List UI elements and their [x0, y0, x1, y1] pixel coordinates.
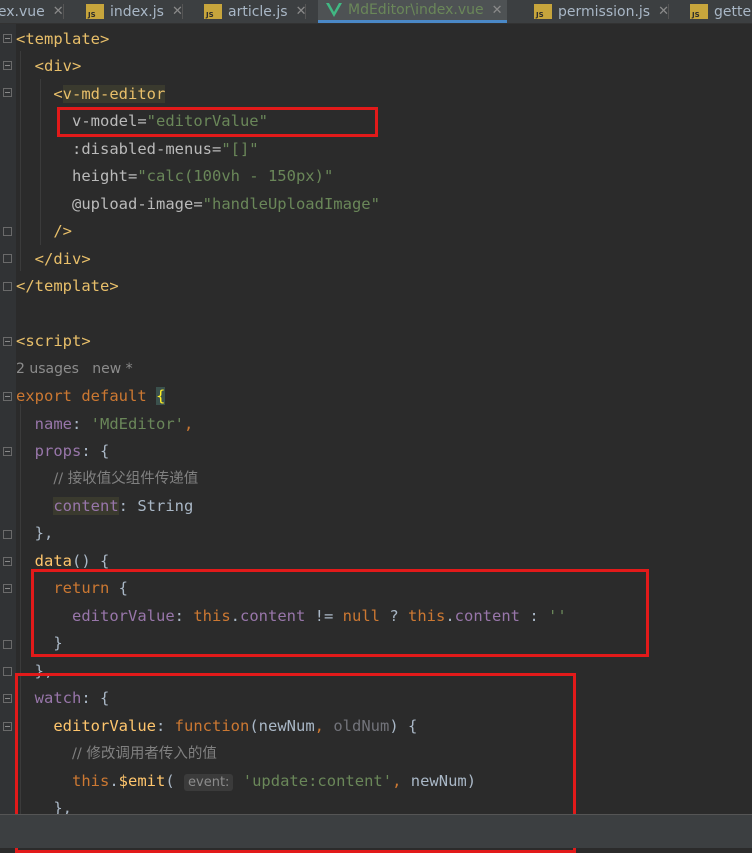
- tab-article-js[interactable]: article.js ✕: [204, 0, 307, 23]
- code-line: </template>: [16, 277, 119, 295]
- fold-toggle-icon[interactable]: [3, 227, 12, 236]
- tab-lex-vue[interactable]: lex.vue ✕: [0, 0, 64, 23]
- usages-hint[interactable]: 2 usages: [16, 361, 79, 377]
- tab-label: gette: [714, 3, 752, 20]
- code-line: export default {: [16, 387, 166, 405]
- fold-toggle-icon[interactable]: [3, 282, 12, 291]
- tab-divider: [181, 4, 183, 19]
- tab-label: index.js: [110, 3, 164, 20]
- tab-permission-js[interactable]: permission.js ✕: [534, 0, 669, 23]
- close-icon[interactable]: ✕: [492, 3, 503, 18]
- tab-getters-js[interactable]: gette: [690, 0, 751, 23]
- code-line: },: [34, 524, 54, 542]
- tab-divider: [62, 4, 64, 19]
- bottom-panel: [0, 814, 752, 848]
- js-file-icon: [690, 4, 708, 19]
- fold-toggle-icon[interactable]: [3, 61, 12, 70]
- code-line: props: {: [34, 442, 110, 460]
- code-line: <div>: [34, 57, 82, 75]
- js-file-icon: [204, 4, 222, 19]
- code-line: />: [53, 222, 72, 240]
- js-file-icon: [86, 4, 104, 19]
- code-line: <v-md-editor: [53, 85, 166, 103]
- fold-toggle-icon[interactable]: [3, 34, 12, 43]
- tab-label: article.js: [228, 3, 288, 20]
- code-line: :disabled-menus="[]": [72, 140, 259, 158]
- tab-divider: [305, 4, 307, 19]
- fold-gutter: [0, 24, 16, 814]
- code-line: @upload-image="handleUploadImage": [72, 195, 380, 213]
- fold-toggle-icon[interactable]: [3, 722, 12, 731]
- fold-toggle-icon[interactable]: [3, 667, 12, 676]
- code-line: content: String: [53, 497, 194, 515]
- fold-toggle-icon[interactable]: [3, 337, 12, 346]
- tab-index-js[interactable]: index.js ✕: [86, 0, 183, 23]
- author-hint[interactable]: new *: [92, 361, 132, 377]
- tab-label: permission.js: [558, 3, 651, 20]
- code-line: <template>: [16, 30, 110, 48]
- fold-toggle-icon[interactable]: [3, 694, 12, 703]
- fold-toggle-icon[interactable]: [3, 254, 12, 263]
- code-line: name: 'MdEditor',: [34, 415, 194, 433]
- code-line: height="calc(100vh - 150px)": [72, 167, 334, 185]
- annotation-box-return: [31, 569, 649, 657]
- fold-toggle-icon[interactable]: [3, 530, 12, 539]
- tab-mdeditor-index-vue[interactable]: MdEditor\index.vue ✕: [318, 0, 507, 23]
- vue-file-icon: [326, 2, 342, 18]
- fold-toggle-icon[interactable]: [3, 584, 12, 593]
- fold-toggle-icon[interactable]: [3, 392, 12, 401]
- tab-label: lex.vue: [0, 3, 45, 20]
- tab-divider: [668, 4, 669, 19]
- fold-toggle-icon[interactable]: [3, 447, 12, 456]
- fold-toggle-icon[interactable]: [3, 88, 12, 97]
- tab-label: MdEditor\index.vue: [348, 2, 484, 18]
- code-line: <script>: [16, 332, 91, 350]
- code-hint-line: 2 usages new *: [16, 355, 133, 382]
- js-file-icon: [534, 4, 552, 19]
- fold-toggle-icon[interactable]: [3, 557, 12, 566]
- code-line: </div>: [34, 250, 91, 268]
- annotation-box-vmodel: [57, 107, 378, 137]
- editor-tab-bar: lex.vue ✕ index.js ✕ article.js ✕ MdEdit…: [0, 0, 752, 24]
- fold-toggle-icon[interactable]: [3, 640, 12, 649]
- code-line: // 接收值父组件传递值: [53, 471, 199, 487]
